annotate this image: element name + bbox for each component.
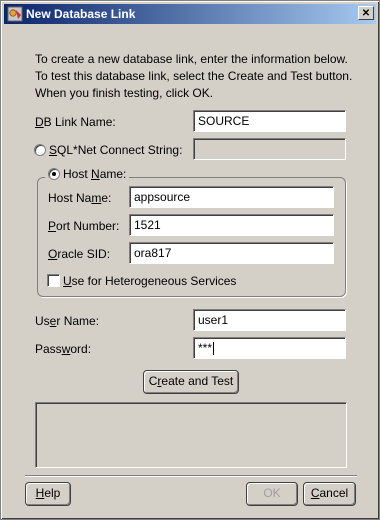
connect-string-label: SQL*Net Connect String:: [49, 143, 183, 157]
new-database-link-dialog: New Database Link ✕ To create a new data…: [0, 0, 380, 520]
heterogeneous-checkbox[interactable]: [47, 274, 60, 287]
port-number-label: Port Number:: [48, 219, 120, 233]
oracle-sid-input[interactable]: ora817: [129, 242, 334, 264]
oracle-app-icon: [7, 6, 23, 22]
password-label: Password:: [35, 342, 92, 356]
port-number-input[interactable]: 1521: [129, 214, 334, 236]
password-input[interactable]: ***: [193, 337, 346, 359]
test-result-area: [35, 402, 347, 468]
oracle-sid-label: Oracle SID:: [48, 247, 111, 261]
close-icon[interactable]: ✕: [358, 6, 374, 20]
host-group-legend: Host Name:: [45, 167, 130, 181]
create-and-test-button[interactable]: Create and Test: [143, 370, 239, 394]
text-caret: [213, 342, 215, 356]
host-name-radio[interactable]: [48, 168, 60, 180]
heterogeneous-label: Use for Heterogeneous Services: [63, 274, 237, 288]
user-name-label: User Name:: [35, 314, 100, 328]
cancel-button[interactable]: Cancel: [303, 482, 356, 506]
title-bar[interactable]: New Database Link ✕: [4, 4, 376, 24]
connect-string-radio[interactable]: [34, 144, 46, 156]
db-link-name-label: DB Link Name:: [35, 115, 116, 129]
intro-text: To create a new database link, enter the…: [35, 52, 353, 100]
connect-string-input[interactable]: [193, 138, 346, 160]
ok-button[interactable]: OK: [246, 482, 298, 506]
user-name-input[interactable]: user1: [193, 309, 346, 331]
window-title: New Database Link: [26, 7, 136, 21]
host-name-label: Host Name:: [48, 191, 112, 205]
separator: [25, 475, 357, 477]
db-link-name-input[interactable]: SOURCE: [193, 110, 346, 132]
host-name-input[interactable]: appsource: [129, 186, 334, 208]
help-button[interactable]: Help: [25, 482, 71, 506]
